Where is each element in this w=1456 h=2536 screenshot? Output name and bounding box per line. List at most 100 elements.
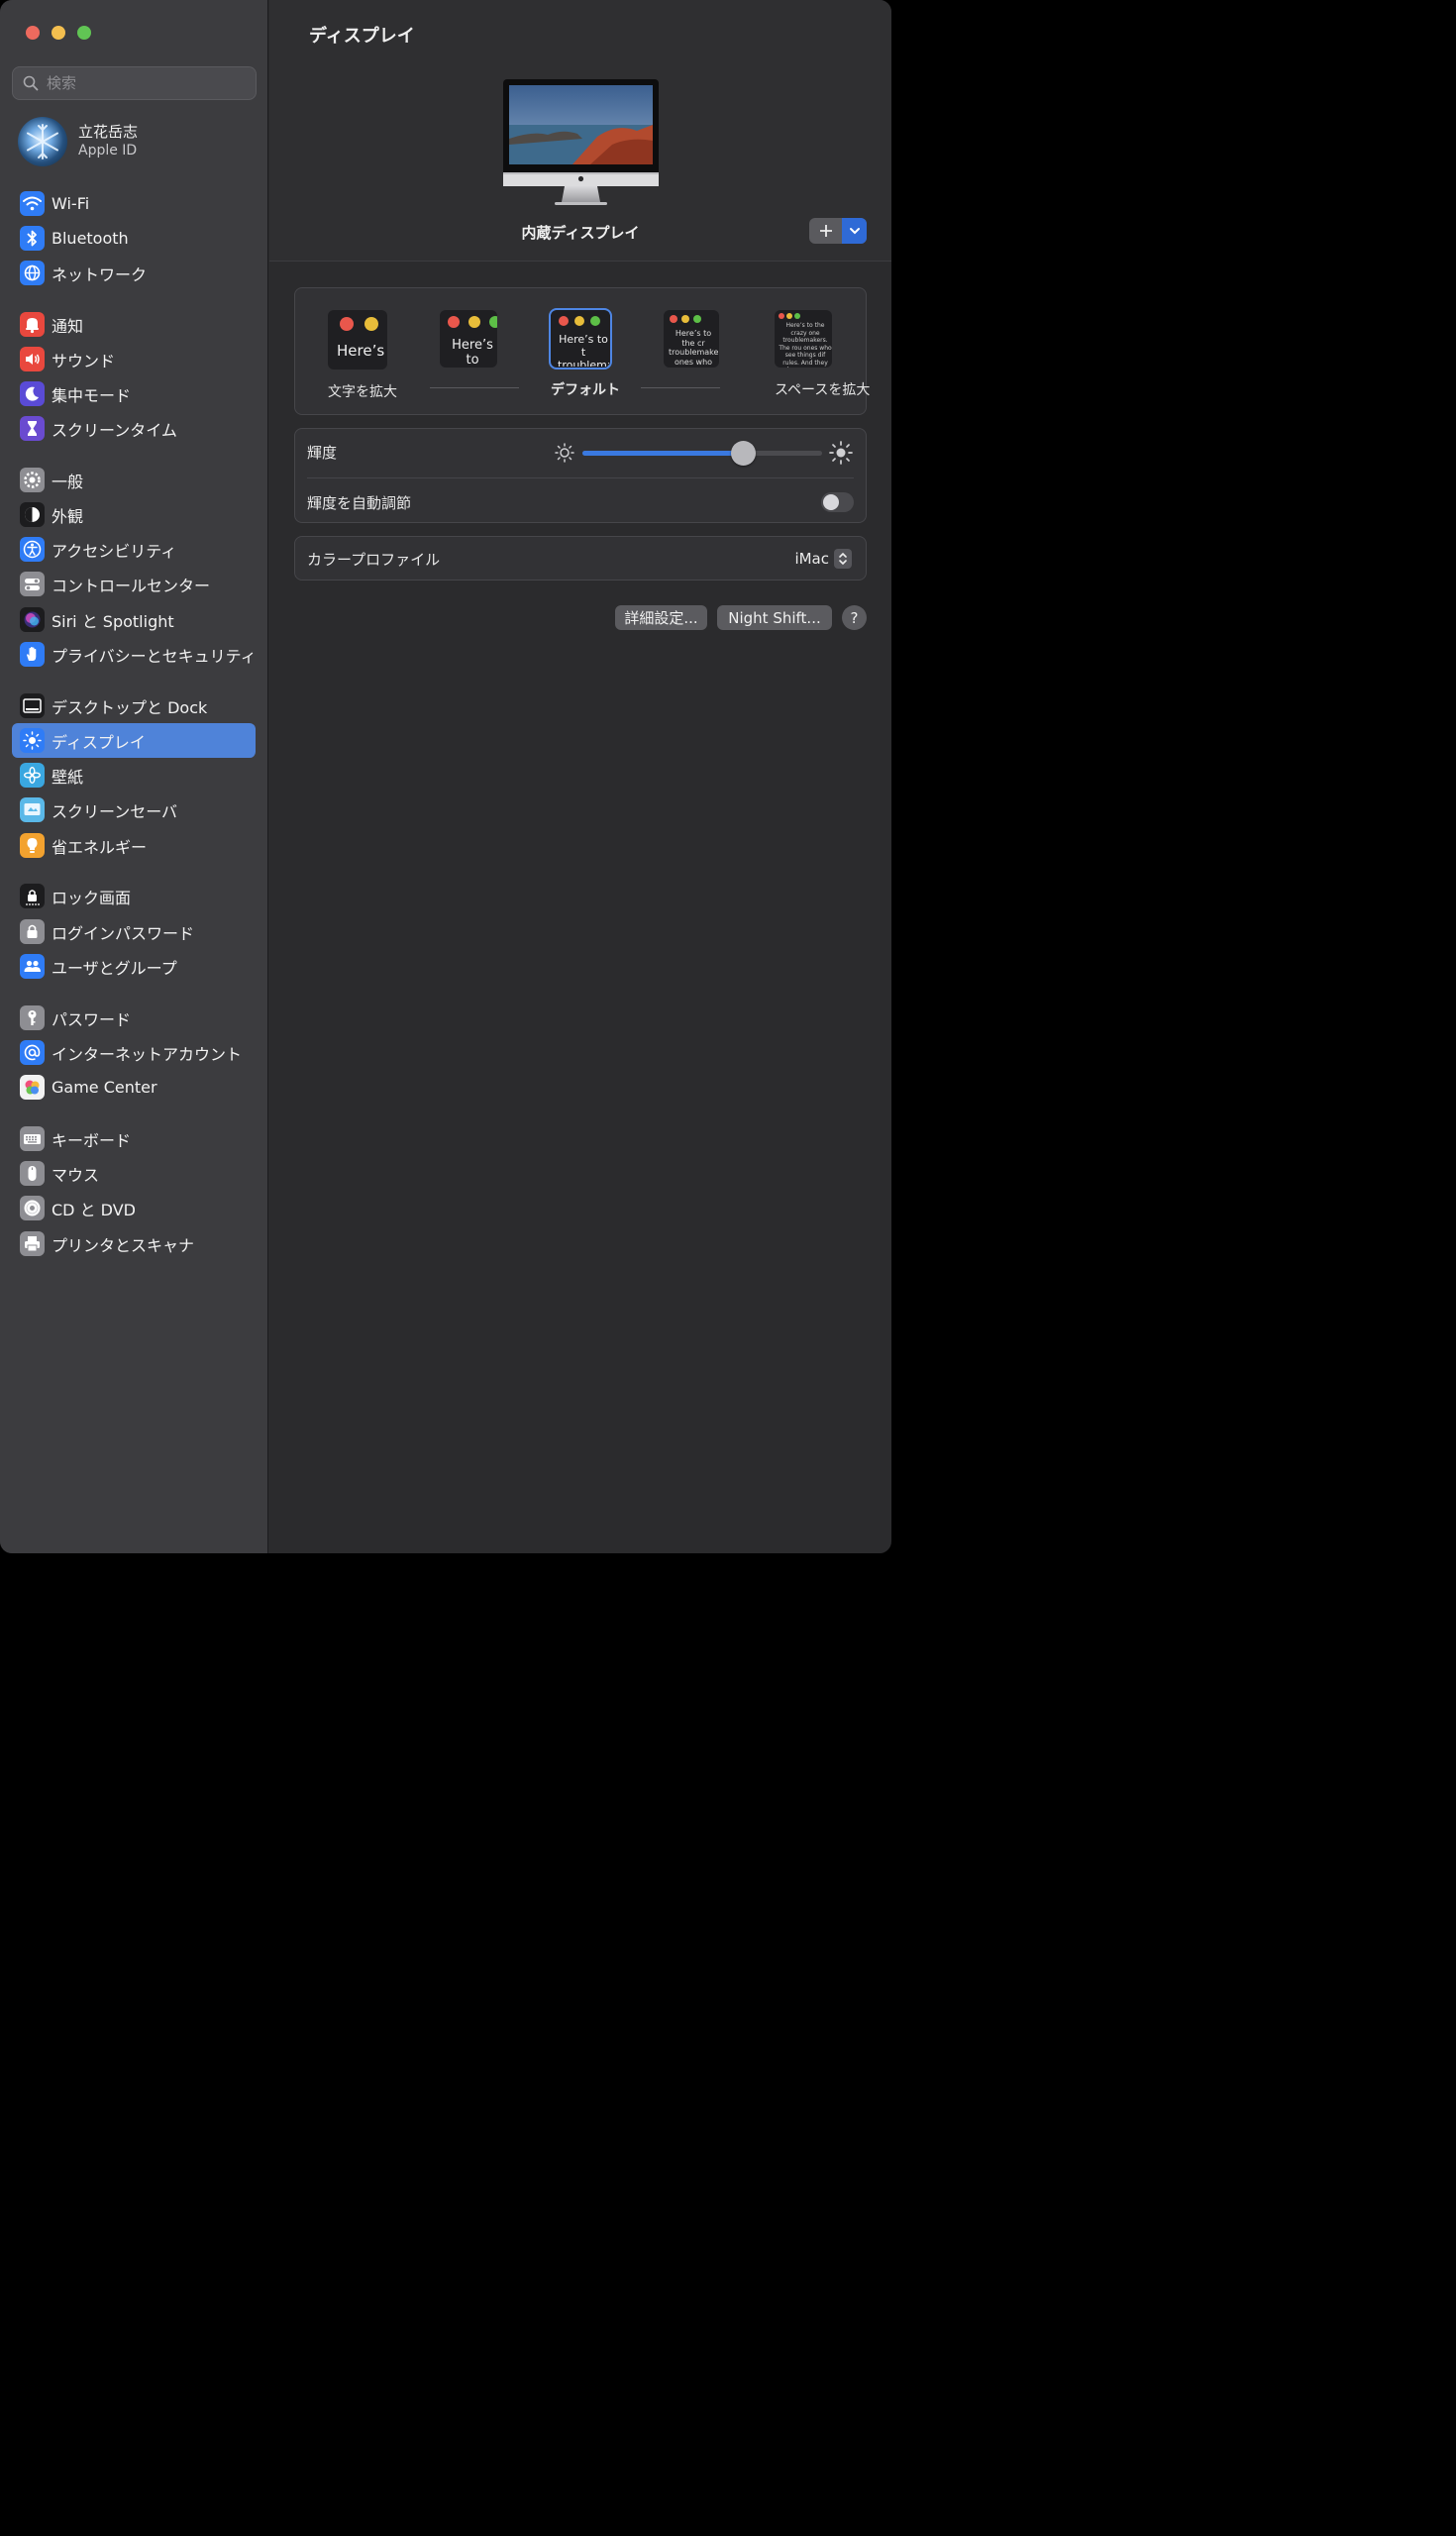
bulb-icon [20,833,45,858]
sidebar-item-label: マウス [52,1165,100,1185]
sidebar: 立花岳志 Apple ID Wi-Fi Bluetooth ネットワーク通知サウンド… [0,0,268,1553]
sidebar-item[interactable]: ユーザとグループ [12,949,256,984]
resolution-sample-text: Here’s to t troublema ones who [558,333,609,367]
resolution-option-2[interactable]: Here’s to troublem [440,310,497,368]
updown-chevron-icon [834,549,852,569]
main-pane: ディスプレイ 内蔵ディスプレイ Here’s 文字を拡大 Here’s to H… [269,0,891,1553]
lock-icon [20,919,45,944]
sidebar-item-label: スクリーンセーバ [52,801,178,821]
sidebar-item-label: パスワード [52,1009,132,1029]
snowflake-icon [27,124,58,159]
add-display-button[interactable] [809,218,842,244]
resolution-sample-text: Here’s to troublem [452,338,493,368]
account-name: 立花岳志 [78,123,139,141]
sidebar-item-label: コントロールセンター [52,576,211,595]
brightness-slider-knob[interactable] [730,441,756,466]
sidebar-item-label: Bluetooth [52,229,129,248]
brightness-slider[interactable] [582,441,822,466]
sidebar-item[interactable]: マウス [12,1156,256,1191]
users-icon [20,954,45,979]
brightness-card: 輝度 輝度を自動調節 [294,428,867,523]
printer-icon [20,1231,45,1256]
sidebar-item[interactable]: CD と DVD [12,1191,256,1225]
switches-icon [20,572,45,596]
sidebar-item[interactable]: Wi-Fi [12,186,256,221]
sidebar-item[interactable]: プリンタとスキャナ [12,1226,256,1261]
avatar [18,117,67,166]
add-display-menu-button[interactable] [842,218,867,244]
sidebar-item[interactable]: 通知 [12,307,256,342]
sidebar-item-label: プライバシーとセキュリティ [52,646,257,666]
page-title: ディスプレイ [309,26,415,47]
sidebar-item-label: 壁紙 [52,767,84,787]
brightness-divider [307,477,854,478]
resolution-sample-text: Here’s [337,342,385,360]
hourglass-icon [20,416,45,441]
night-shift-button[interactable]: Night Shift... [717,605,832,630]
color-profile-label: カラープロファイル [307,551,441,569]
sidebar-item[interactable]: 集中モード [12,376,256,411]
sidebar-item[interactable]: キーボード [12,1121,256,1156]
sidebar-item[interactable]: Game Center [12,1070,256,1105]
gear-icon [20,468,45,492]
sidebar-item[interactable]: 省エネルギー [12,828,256,863]
screensaver-icon [20,797,45,822]
brightness-slider-fill [582,451,744,456]
sidebar-item[interactable]: ネットワーク [12,256,256,290]
help-button[interactable]: ? [842,605,867,630]
auto-brightness-toggle[interactable] [821,492,854,512]
sun-small-icon [555,443,574,463]
sidebar-item-label: ユーザとグループ [52,958,177,978]
resolution-option-larger-text[interactable]: Here’s 文字を拡大 [328,310,397,401]
moon-icon [20,381,45,406]
resolution-caption: 文字を拡大 [328,384,397,400]
hand-icon [20,642,45,667]
sidebar-item-label: スクリーンタイム [52,420,177,440]
search-input[interactable] [47,74,235,92]
resolution-option-more-space[interactable]: Here’s to the crazy one troublemakers. T… [775,310,870,399]
zoom-button[interactable] [77,26,91,40]
sidebar-item-label: ロック画面 [52,888,132,907]
sidebar-item-label: ログインパスワード [52,923,195,943]
sidebar-item[interactable]: ディスプレイ [12,723,256,758]
sidebar-item[interactable]: サウンド [12,342,256,376]
sidebar-item[interactable]: インターネットアカウント [12,1035,256,1070]
apple-id-account[interactable]: 立花岳志 Apple ID [18,117,138,166]
siri-icon [20,607,45,632]
brightness-label: 輝度 [307,444,338,462]
minimize-button[interactable] [52,26,65,40]
mouse-icon [20,1161,45,1186]
sidebar-item[interactable]: コントロールセンター [12,567,256,601]
search-field[interactable] [12,66,257,100]
sidebar-item-label: サウンド [52,351,116,370]
appearance-icon [20,502,45,527]
sidebar-item[interactable]: 外観 [12,497,256,532]
resolution-separator [641,387,720,388]
sidebar-item[interactable]: スクリーンセーバ [12,792,256,827]
window-controls-icon [340,317,378,331]
sidebar-item[interactable]: 一般 [12,463,256,497]
sidebar-item[interactable]: スクリーンタイム [12,411,256,446]
imac-display-image [503,79,659,205]
sidebar-item[interactable]: プライバシーとセキュリティ [12,637,257,672]
display-name: 内蔵ディスプレイ [521,224,640,242]
sidebar-item-label: インターネットアカウント [52,1044,243,1064]
sidebar-item-label: キーボード [52,1130,132,1150]
sidebar-item[interactable]: パスワード [12,1001,256,1035]
close-button[interactable] [26,26,40,40]
sidebar-item[interactable]: 壁紙 [12,758,256,792]
window-controls-icon [670,315,701,323]
advanced-settings-button[interactable]: 詳細設定... [615,605,707,630]
sidebar-item[interactable]: ロック画面 [12,879,256,913]
sidebar-item-label: Siri と Spotlight [52,611,174,631]
sidebar-item[interactable]: ログインパスワード [12,914,256,949]
sidebar-item[interactable]: Bluetooth [12,221,256,256]
resolution-option-default[interactable]: Here’s to t troublema ones who デフォルト [549,308,620,399]
sidebar-item[interactable]: デスクトップと Dock [12,688,256,723]
sidebar-item[interactable]: Siri と Spotlight [12,602,256,637]
sidebar-item[interactable]: アクセシビリティ [12,532,256,567]
resolution-option-4[interactable]: Here’s to the cr troublemakers. ones who… [664,310,719,368]
window-controls-icon [559,316,600,326]
sidebar-item-label: CD と DVD [52,1200,136,1219]
color-profile-select[interactable]: iMac [794,549,852,569]
